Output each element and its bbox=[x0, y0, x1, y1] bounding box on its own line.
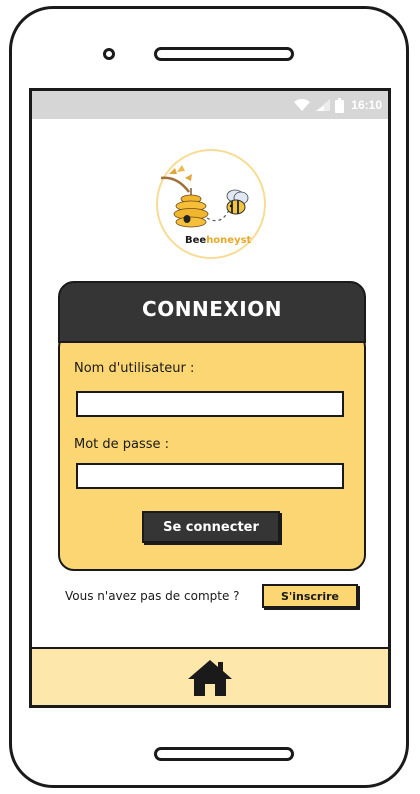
battery-icon bbox=[335, 97, 345, 113]
signup-button[interactable]: S'inscrire bbox=[262, 584, 358, 608]
status-bar: 16:10 bbox=[32, 91, 388, 119]
hardware-home-key[interactable] bbox=[154, 747, 294, 761]
svg-text:Beehoneyst: Beehoneyst bbox=[185, 235, 252, 246]
signup-row: Vous n'avez pas de compte ? S'inscrire bbox=[32, 583, 388, 611]
status-icons: 16:10 bbox=[293, 97, 382, 113]
app-screen: 16:10 Beehoneyst Nom d'utilisateur : Mot… bbox=[29, 88, 391, 708]
beehoneyst-logo: Beehoneyst bbox=[156, 149, 266, 259]
login-title: CONNEXION bbox=[142, 297, 282, 321]
camera-icon bbox=[103, 48, 115, 60]
signal-icon bbox=[316, 99, 331, 111]
login-header: CONNEXION bbox=[58, 281, 366, 343]
status-time: 16:10 bbox=[351, 98, 382, 112]
username-input[interactable] bbox=[76, 391, 344, 417]
home-button[interactable] bbox=[185, 657, 235, 699]
wifi-icon bbox=[294, 98, 311, 111]
password-label: Mot de passe : bbox=[74, 437, 170, 452]
login-card: Nom d'utilisateur : Mot de passe : Se co… bbox=[58, 281, 366, 571]
signup-prompt: Vous n'avez pas de compte ? bbox=[65, 589, 240, 603]
password-input[interactable] bbox=[76, 463, 344, 489]
home-icon bbox=[188, 660, 232, 696]
login-button[interactable]: Se connecter bbox=[142, 511, 280, 543]
speaker-grille bbox=[154, 47, 294, 61]
username-label: Nom d'utilisateur : bbox=[74, 361, 195, 376]
login-form: Nom d'utilisateur : Mot de passe : Se co… bbox=[58, 331, 366, 571]
bottom-nav bbox=[32, 647, 388, 705]
